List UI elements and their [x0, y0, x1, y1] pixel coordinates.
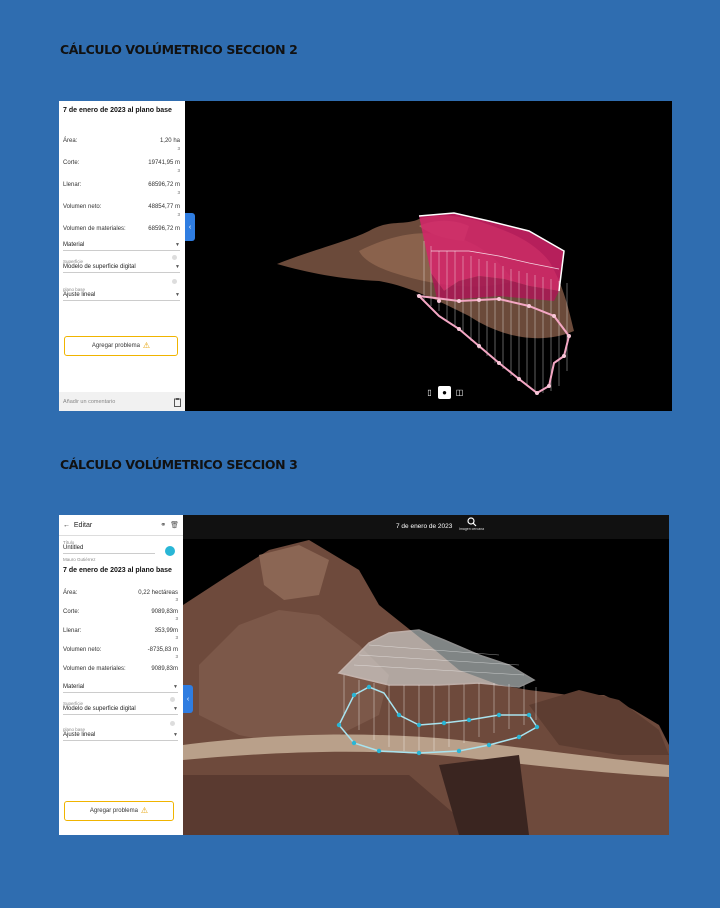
- comment-input[interactable]: Añadir un comentario: [59, 392, 185, 411]
- 3d-icon[interactable]: ●: [438, 386, 451, 399]
- search-icon: [466, 517, 476, 527]
- metric-material-volume: 3 Volumen de materiales: 9089,83m: [63, 654, 178, 672]
- collapse-panel-button[interactable]: ‹: [185, 213, 195, 241]
- back-button[interactable]: ← Editar: [63, 522, 92, 529]
- chevron-down-icon: ▼: [175, 292, 180, 298]
- panel-heading: 7 de enero de 2023 al plano base: [63, 567, 172, 574]
- radio-icon[interactable]: [170, 697, 175, 702]
- section-2-title: CÁLCULO VOLÚMETRICO SECCION 2: [60, 42, 298, 57]
- warning-icon: ⚠: [142, 341, 151, 350]
- metric-cut: 3 Corte: 19741,95 m: [63, 146, 180, 166]
- collapse-panel-button[interactable]: ‹: [183, 685, 193, 713]
- chevron-down-icon: ▼: [173, 732, 178, 738]
- chevron-left-icon: ‹: [188, 223, 192, 231]
- metric-material-volume: 3 Volumen de materiales: 68596,72 m: [63, 212, 180, 232]
- surface-select[interactable]: Modelo de superficie digital ▼: [63, 706, 178, 715]
- screenshot-section-2: 7 de enero de 2023 al plano base Área: 1…: [59, 101, 672, 411]
- split-icon[interactable]: ◫: [453, 386, 466, 399]
- map-icon[interactable]: ▯: [423, 386, 436, 399]
- surface-select[interactable]: Modelo de superficie digital ▼: [63, 264, 180, 273]
- chevron-down-icon: ▼: [173, 706, 178, 712]
- radio-icon[interactable]: [170, 721, 175, 726]
- nearby-image-button[interactable]: Imagen cercana: [459, 517, 484, 531]
- material-select[interactable]: Material ▼: [63, 684, 178, 693]
- base-plane-select[interactable]: Ajuste lineal ▼: [63, 732, 178, 741]
- radio-icon[interactable]: [172, 279, 177, 284]
- arrow-left-icon: ←: [63, 521, 70, 529]
- trash-icon[interactable]: 🗑: [170, 522, 179, 529]
- screenshot-section-3: 7 de enero de 2023 Imagen cercana ← Edit…: [59, 515, 669, 835]
- chevron-down-icon: ▼: [175, 242, 180, 248]
- base-plane-select[interactable]: Ajuste lineal ▼: [63, 292, 180, 301]
- metric-net-volume: 3 Volumen neto: 48854,77 m: [63, 190, 180, 210]
- metric-fill: 3 Llenar: 68596,72 m: [63, 168, 180, 188]
- radio-icon[interactable]: [172, 255, 177, 260]
- chevron-left-icon: ‹: [186, 695, 190, 703]
- clipboard-icon[interactable]: [174, 398, 181, 407]
- chevron-down-icon: ▼: [173, 684, 178, 690]
- metric-fill: 3 Llenar: 353,99m: [63, 616, 178, 634]
- warning-icon: ⚠: [140, 806, 149, 815]
- title-field[interactable]: Untitled: [63, 545, 155, 554]
- panel-heading: 7 de enero de 2023 al plano base: [63, 107, 172, 114]
- metric-area: Área: 1,20 ha: [63, 138, 180, 144]
- add-problem-button[interactable]: Agregar problema ⚠: [64, 801, 174, 821]
- metric-cut: 3 Corte: 9089,83m: [63, 597, 178, 615]
- color-swatch[interactable]: [165, 546, 175, 556]
- section-3-title: CÁLCULO VOLÚMETRICO SECCION 3: [60, 457, 298, 472]
- metric-area: Área: 0,22 hectáreas: [63, 590, 178, 596]
- chevron-down-icon: ▼: [175, 264, 180, 270]
- add-problem-button[interactable]: Agregar problema ⚠: [64, 336, 178, 356]
- metric-net-volume: 3 Volumen neto: -8735,83 m: [63, 635, 178, 653]
- link-icon[interactable]: ⚭: [160, 522, 166, 529]
- date-label: 7 de enero de 2023: [396, 523, 453, 530]
- properties-panel: 7 de enero de 2023 al plano base Área: 1…: [59, 101, 185, 411]
- view-toggle: ▯ ● ◫: [421, 384, 468, 401]
- material-select[interactable]: Material ▼: [63, 242, 180, 251]
- top-bar: 7 de enero de 2023 Imagen cercana: [183, 515, 669, 539]
- properties-panel: ← Editar ⚭ 🗑 Título Untitled Mauro Gutié…: [59, 515, 183, 835]
